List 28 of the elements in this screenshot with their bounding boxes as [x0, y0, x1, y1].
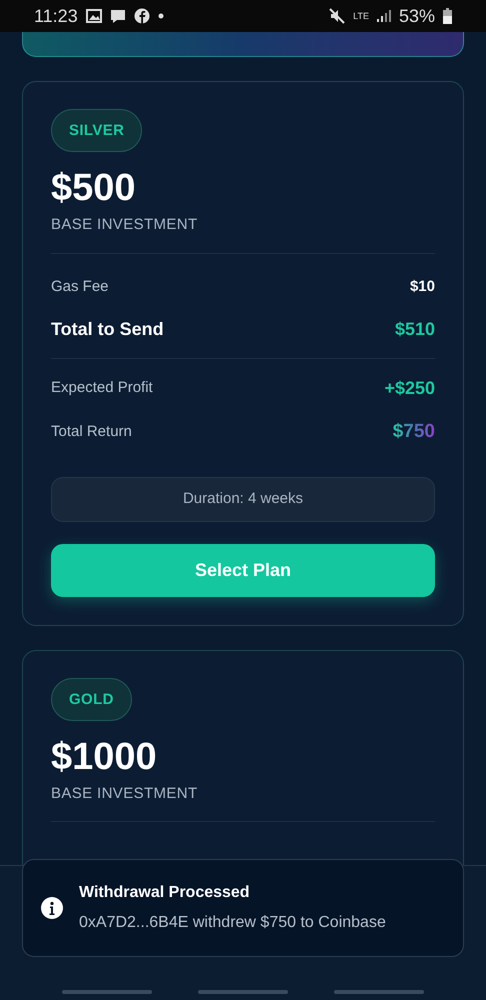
- message-icon: [110, 8, 126, 24]
- duration-label: Duration: 4 weeks: [51, 476, 435, 522]
- row-value: +$250: [384, 377, 435, 400]
- info-icon: [41, 897, 63, 919]
- price: $1000: [51, 734, 158, 778]
- clock-time: 11:23: [34, 4, 78, 28]
- price-label: BASE INVESTMENT: [51, 784, 198, 804]
- row-label: Expected Profit: [51, 378, 153, 398]
- network-label: LTE: [353, 12, 369, 20]
- row-label: Total to Send: [51, 318, 164, 341]
- battery-percent: 53%: [398, 4, 435, 28]
- toast-message: 0xA7D2...6B4E withdrew $750 to Coinbase: [79, 913, 386, 933]
- toast-title: Withdrawal Processed: [79, 883, 251, 903]
- dot-icon: [158, 13, 164, 19]
- price-label: BASE INVESTMENT: [51, 215, 198, 235]
- signal-icon: [376, 10, 391, 22]
- image-icon: [86, 9, 102, 23]
- mute-icon: [329, 8, 346, 24]
- row-value: $510: [394, 318, 435, 341]
- facebook-icon: [134, 8, 150, 24]
- row-label: Total Return: [51, 422, 132, 442]
- tier-badge: GOLD: [51, 678, 132, 720]
- row-label: Gas Fee: [51, 277, 109, 298]
- battery-icon: [443, 8, 452, 24]
- select-plan-button[interactable]: Select Plan: [51, 544, 435, 596]
- row-value: $10: [410, 277, 435, 298]
- price: $500: [51, 166, 137, 210]
- tier-badge: SILVER: [51, 109, 142, 152]
